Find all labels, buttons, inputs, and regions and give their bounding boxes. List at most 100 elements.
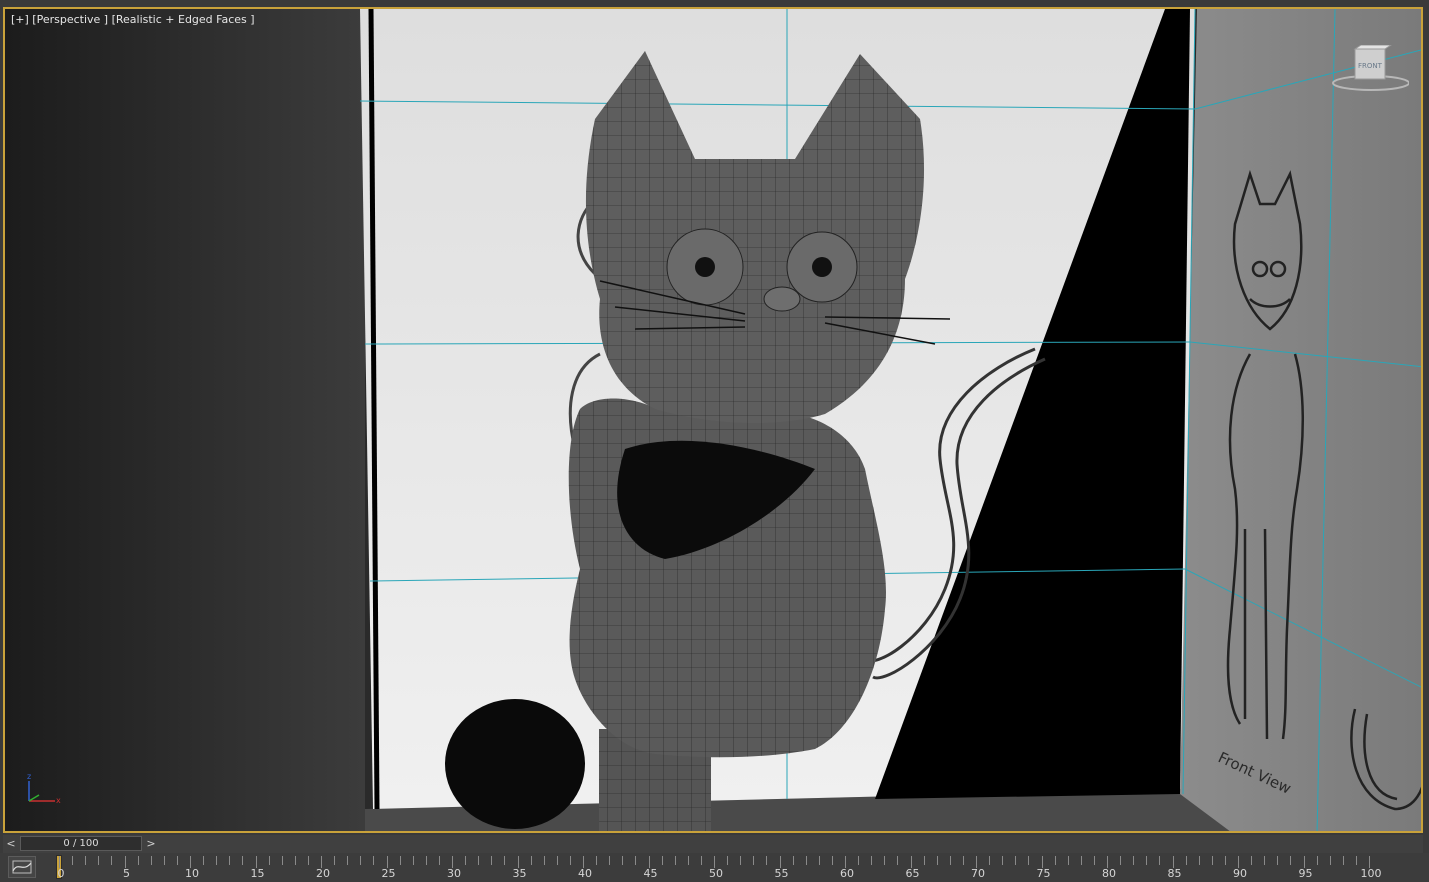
- timeline-tick: [1054, 856, 1056, 865]
- timeline-tick: [569, 856, 571, 865]
- timeline-tick: [661, 856, 663, 865]
- timeline-tick: [923, 856, 925, 865]
- timeline-tick-label: 5: [123, 867, 130, 880]
- timeline-tick: [281, 856, 283, 865]
- timeline-tick: [98, 856, 100, 865]
- timeline-tick: [740, 856, 742, 865]
- timeline-tick: [1224, 856, 1226, 865]
- timeline-tick: [1080, 856, 1082, 865]
- timeline-tick: [425, 856, 427, 865]
- timeline-tick-label: 30: [447, 867, 461, 880]
- time-slider[interactable]: 0 / 100: [20, 836, 142, 851]
- axis-gizmo: z x: [27, 772, 61, 805]
- timeline-tick: [163, 856, 165, 865]
- timeline-tick: [491, 856, 493, 865]
- timeline-tick: [1146, 856, 1148, 865]
- timeline-ruler[interactable]: 0 5 10 15 20 25 30 35 40 45 50 55 60 65 70 75 80 85 90 95 10…: [55, 853, 1382, 882]
- timeline-tick: [949, 856, 951, 865]
- timeline-tick: [72, 856, 74, 865]
- viewport-scene: Front View: [5, 9, 1421, 831]
- timeline-tick: [1316, 856, 1318, 865]
- timeline-tick: [1342, 856, 1344, 865]
- timeline-tick: [307, 856, 309, 865]
- timeline-tick: [1185, 856, 1187, 865]
- timeline-tick: [936, 856, 938, 865]
- timeline-tick-label: 35: [512, 867, 527, 880]
- timeline-tick: [884, 856, 886, 865]
- timeline-tick: [334, 856, 336, 865]
- timeline-tick-label: 20: [316, 867, 330, 880]
- perspective-viewport[interactable]: Front View [+] [Perspective ] [Realistic…: [3, 7, 1423, 833]
- prev-frame-button[interactable]: <: [3, 836, 19, 852]
- timeline-tick-label: 75: [1036, 867, 1051, 880]
- timeline-tick: [1120, 856, 1122, 865]
- timeline-tick-label: 55: [774, 867, 789, 880]
- timeline-tick-label: 65: [905, 867, 920, 880]
- next-frame-button[interactable]: >: [143, 836, 159, 852]
- timeline-tick: [150, 856, 152, 865]
- curve-editor-icon[interactable]: [8, 856, 36, 878]
- timeline-tick: [1211, 856, 1213, 865]
- timeline-tick-label: 70: [971, 867, 985, 880]
- timeline-tick: [1093, 856, 1095, 865]
- timeline-tick: [609, 856, 611, 865]
- timeline-tick: [1355, 856, 1357, 865]
- viewcube-face-label: FRONT: [1358, 62, 1383, 70]
- timeline-tick: [242, 856, 244, 865]
- background-left: [5, 9, 365, 831]
- timeline-tick: [216, 856, 218, 865]
- timeline-tick-label: 85: [1167, 867, 1182, 880]
- timeline-tick-label: 95: [1298, 867, 1313, 880]
- timeline-tick: [543, 856, 545, 865]
- timeline-tick: [111, 856, 113, 865]
- timeline-tick: [1198, 856, 1200, 865]
- time-slider-bar: < 0 / 100 >: [3, 835, 1423, 853]
- timeline-tick: [1067, 856, 1069, 865]
- timeline-tick: [1133, 856, 1135, 865]
- timeline-tick: [268, 856, 270, 865]
- timeline-tick-label: 15: [250, 867, 265, 880]
- timeline-tick: [622, 856, 624, 865]
- timeline-tick: [1028, 856, 1030, 865]
- timeline-tick: [137, 856, 139, 865]
- timeline-tick: [85, 856, 87, 865]
- timeline-tick: [1264, 856, 1266, 865]
- track-bar[interactable]: 0 5 10 15 20 25 30 35 40 45 50 55 60 65 70 75 80 85 90 95 10…: [0, 853, 1429, 882]
- gizmo-x-label: x: [56, 796, 61, 805]
- timeline-tick-label: 40: [578, 867, 592, 880]
- timeline-tick: [412, 856, 414, 865]
- timeline-tick: [727, 856, 729, 865]
- timeline-tick: [373, 856, 375, 865]
- timeline-tick: [504, 856, 506, 865]
- timeline-tick: [556, 856, 558, 865]
- reference-plane-side: [1180, 9, 1421, 831]
- timeline-tick-label: 45: [643, 867, 658, 880]
- timeline-tick: [858, 856, 860, 865]
- timeline-tick-label: 100: [1360, 867, 1382, 880]
- timeline-tick-label: 10: [185, 867, 199, 880]
- timeline-tick: [465, 856, 467, 865]
- timeline-tick: [229, 856, 231, 865]
- viewport-label[interactable]: [+] [Perspective ] [Realistic + Edged Fa…: [11, 13, 255, 26]
- timeline-tick: [203, 856, 205, 865]
- gizmo-z-label: z: [27, 772, 31, 781]
- timeline-tick-label: 80: [1102, 867, 1116, 880]
- fur-shadow: [445, 699, 585, 829]
- viewcube[interactable]: FRONT: [1329, 45, 1409, 100]
- timeline-tick: [1251, 856, 1253, 865]
- timeline-tick: [766, 856, 768, 865]
- timeline-tick: [989, 856, 991, 865]
- timeline-tick: [360, 856, 362, 865]
- timeline-tick-label: 90: [1233, 867, 1247, 880]
- timeline-tick: [1277, 856, 1279, 865]
- timeline-tick: [753, 856, 755, 865]
- timeline-tick: [294, 856, 296, 865]
- timeline-tick: [347, 856, 349, 865]
- timeline-tick: [1159, 856, 1161, 865]
- timeline-tick: [596, 856, 598, 865]
- timeline-tick: [478, 856, 480, 865]
- timeline-tick: [530, 856, 532, 865]
- timeline-tick: [1329, 856, 1331, 865]
- timeline-tick: [805, 856, 807, 865]
- timeline-tick: [962, 856, 964, 865]
